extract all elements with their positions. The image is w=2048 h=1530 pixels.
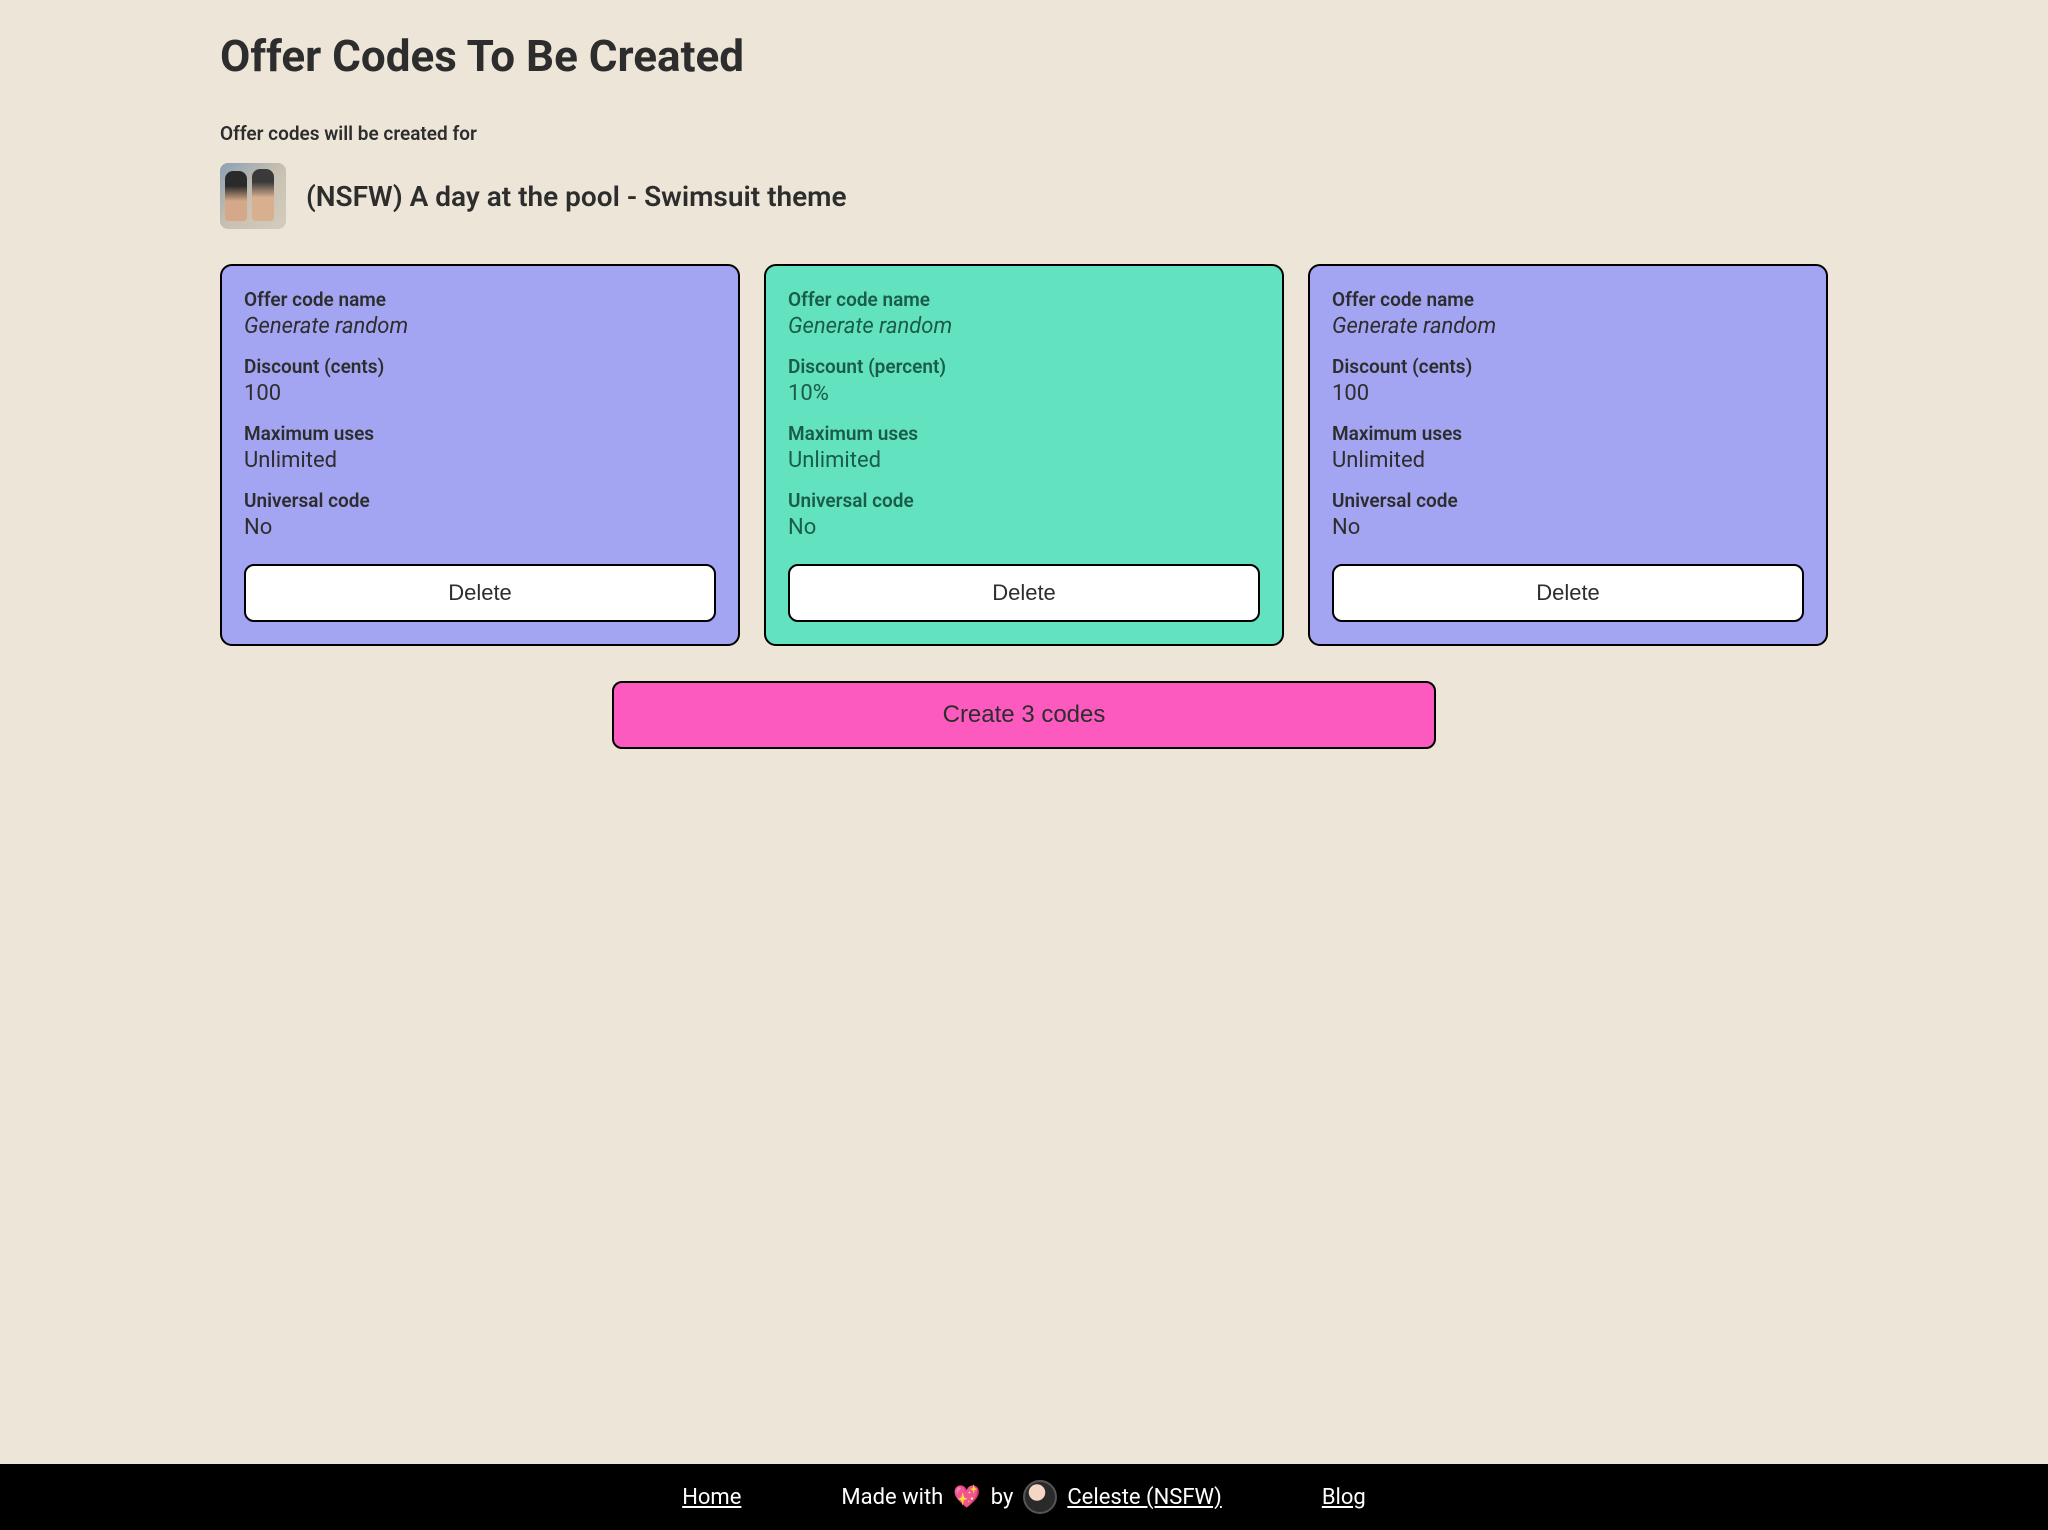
heart-icon: 💖 xyxy=(953,1485,980,1510)
cards-row: Offer code name Generate random Discount… xyxy=(220,264,1828,646)
field-label-discount: Discount (cents) xyxy=(1332,355,1804,378)
field-label-name: Offer code name xyxy=(1332,288,1804,311)
field-label-maxuses: Maximum uses xyxy=(244,422,716,445)
field-value-universal: No xyxy=(788,515,1260,540)
field-value-name: Generate random xyxy=(1332,314,1804,339)
offer-code-card: Offer code name Generate random Discount… xyxy=(764,264,1284,646)
field-label-universal: Universal code xyxy=(788,489,1260,512)
field-value-maxuses: Unlimited xyxy=(788,448,1260,473)
delete-button[interactable]: Delete xyxy=(1332,564,1804,622)
offer-code-card: Offer code name Generate random Discount… xyxy=(220,264,740,646)
field-label-maxuses: Maximum uses xyxy=(788,422,1260,445)
field-label-discount: Discount (percent) xyxy=(788,355,1260,378)
by-text: by xyxy=(991,1485,1014,1510)
footer-blog-link[interactable]: Blog xyxy=(1322,1485,1366,1510)
field-value-name: Generate random xyxy=(788,314,1260,339)
delete-button[interactable]: Delete xyxy=(244,564,716,622)
field-value-universal: No xyxy=(244,515,716,540)
footer-home-link[interactable]: Home xyxy=(682,1485,741,1510)
delete-button[interactable]: Delete xyxy=(788,564,1260,622)
subtitle: Offer codes will be created for xyxy=(220,122,1828,145)
offer-code-card: Offer code name Generate random Discount… xyxy=(1308,264,1828,646)
field-label-universal: Universal code xyxy=(244,489,716,512)
author-avatar xyxy=(1023,1480,1057,1514)
footer-credits: Made with 💖 by Celeste (NSFW) xyxy=(841,1480,1221,1514)
field-label-universal: Universal code xyxy=(1332,489,1804,512)
footer: Home Made with 💖 by Celeste (NSFW) Blog xyxy=(0,1464,2048,1530)
field-value-universal: No xyxy=(1332,515,1804,540)
product-title: (NSFW) A day at the pool - Swimsuit them… xyxy=(306,180,847,213)
field-value-discount: 10% xyxy=(788,381,1260,406)
product-row: (NSFW) A day at the pool - Swimsuit them… xyxy=(220,163,1828,229)
field-label-name: Offer code name xyxy=(244,288,716,311)
field-label-discount: Discount (cents) xyxy=(244,355,716,378)
page-title: Offer Codes To Be Created xyxy=(220,30,1828,82)
field-value-maxuses: Unlimited xyxy=(1332,448,1804,473)
field-label-name: Offer code name xyxy=(788,288,1260,311)
footer-author-link[interactable]: Celeste (NSFW) xyxy=(1067,1485,1221,1510)
create-codes-button[interactable]: Create 3 codes xyxy=(612,681,1436,749)
field-value-name: Generate random xyxy=(244,314,716,339)
made-with-text: Made with xyxy=(841,1485,943,1510)
product-thumbnail xyxy=(220,163,286,229)
field-value-discount: 100 xyxy=(1332,381,1804,406)
field-value-discount: 100 xyxy=(244,381,716,406)
field-label-maxuses: Maximum uses xyxy=(1332,422,1804,445)
field-value-maxuses: Unlimited xyxy=(244,448,716,473)
